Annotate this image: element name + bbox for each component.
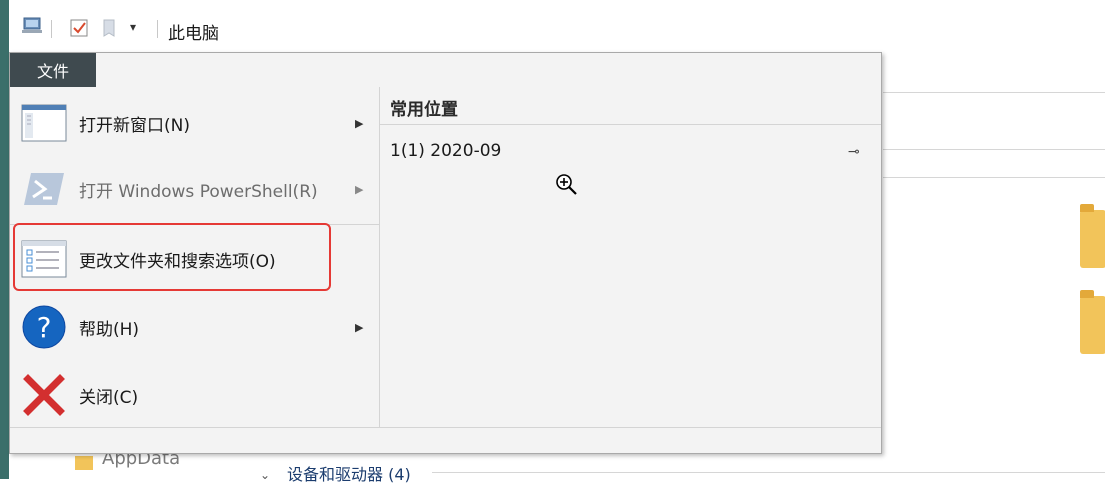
divider <box>883 177 1105 178</box>
highlight-annotation <box>13 223 331 291</box>
divider <box>883 149 1105 150</box>
file-menu-tab[interactable]: 文件 <box>10 53 96 87</box>
close-icon <box>20 371 68 419</box>
window-title: 此电脑 <box>168 24 219 44</box>
explorer-content-area <box>883 52 1105 479</box>
desktop-edge <box>0 0 9 479</box>
help-icon: ? <box>20 303 68 351</box>
title-bar: ▾ 此电脑 <box>9 0 1105 52</box>
help-item[interactable]: ? 帮助(H) ▶ <box>10 295 379 359</box>
appdata-folder-icon <box>75 456 93 470</box>
zoom-cursor-icon <box>555 173 579 201</box>
frequent-place-item[interactable]: 1(1) 2020-09 <box>390 141 501 161</box>
divider <box>883 92 1105 93</box>
menu-column-divider <box>379 87 380 427</box>
pin-icon[interactable]: ⊸ <box>848 144 860 160</box>
powershell-icon <box>20 165 68 213</box>
help-label: 帮助(H) <box>79 319 140 340</box>
frequent-places-header: 常用位置 <box>390 100 458 120</box>
file-menu: 文件 打开新窗口(N) ▶ 打开 Windows PowerShell(R) ▶… <box>9 52 882 454</box>
divider <box>380 124 881 125</box>
submenu-arrow-icon: ▶ <box>355 182 364 196</box>
customize-toolbar-dropdown-icon[interactable]: ▾ <box>130 20 136 34</box>
pictures-folder-icon[interactable] <box>1080 290 1105 354</box>
chevron-down-icon[interactable]: ⌄ <box>260 468 270 482</box>
new-folder-icon[interactable] <box>101 18 119 42</box>
toolbar-separator <box>157 20 158 38</box>
new-window-icon <box>20 99 68 147</box>
open-powershell-item: 打开 Windows PowerShell(R) ▶ <box>10 157 379 221</box>
close-item[interactable]: 关闭(C) <box>10 363 379 427</box>
open-new-window-label: 打开新窗口(N) <box>79 115 190 136</box>
close-label: 关闭(C) <box>79 387 139 408</box>
divider <box>432 472 1105 473</box>
open-new-window-item[interactable]: 打开新窗口(N) ▶ <box>10 91 379 155</box>
open-powershell-label: 打开 Windows PowerShell(R) <box>79 181 318 202</box>
svg-text:?: ? <box>37 311 52 344</box>
this-pc-icon[interactable] <box>21 16 45 40</box>
submenu-arrow-icon: ▶ <box>355 320 364 334</box>
toolbar-separator <box>51 20 52 38</box>
submenu-arrow-icon: ▶ <box>355 116 364 130</box>
properties-check-icon[interactable] <box>69 18 89 42</box>
folder-icon[interactable] <box>1080 204 1105 268</box>
menu-bottom-divider <box>10 427 881 428</box>
drives-section-header[interactable]: 设备和驱动器 (4) <box>287 461 411 485</box>
